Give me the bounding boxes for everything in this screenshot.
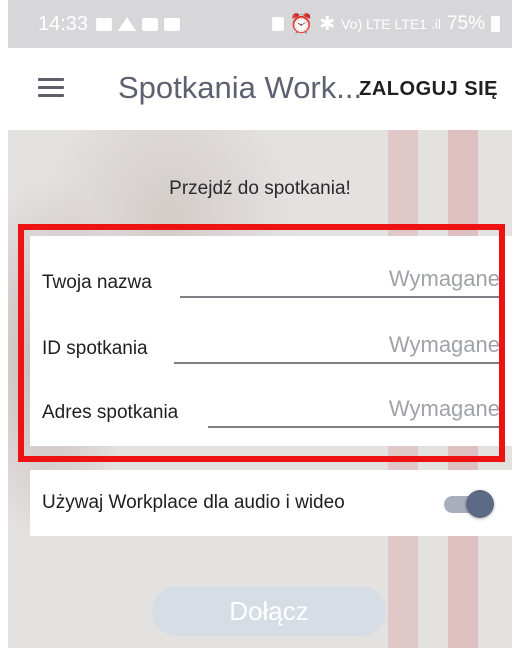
status-time: 14:33 [38,12,89,35]
audio-video-toggle[interactable] [444,490,494,518]
font-icon [118,17,137,31]
gallery-icon [142,17,159,31]
alarm-icon: ⏰ [289,14,314,35]
network-indicator: Vo) LTE LTE1 .il [341,16,441,32]
status-bar: 14:33 ⏰ ✱ Vo) LTE LTE1 .il 75% [8,0,512,48]
hamburger-icon[interactable] [38,78,64,98]
battery-percent: 75% [446,13,485,34]
page-heading: Przejdź do spotkania! [169,178,351,199]
audio-video-setting: Używaj Workplace dla audio i wideo [30,470,512,536]
lock-icon [271,17,284,31]
audio-video-label: Używaj Workplace dla audio i wideo [42,492,345,513]
login-button[interactable]: ZALOGUJ SIĘ [359,78,498,101]
highlight-box [18,224,505,462]
status-right: ⏰ ✱ Vo) LTE LTE1 .il 75% [271,12,500,36]
toggle-thumb [466,490,494,518]
notification-icons [96,17,181,31]
battery-icon [491,16,500,32]
chat-icon [96,17,113,31]
app-title: Spotkania Work... [118,70,363,105]
app-bar: Spotkania Work... ZALOGUJ SIĘ [8,48,512,130]
bluetooth-icon: ✱ [319,13,336,35]
join-button[interactable]: Dołącz [152,586,386,636]
youtube-icon [164,17,181,31]
